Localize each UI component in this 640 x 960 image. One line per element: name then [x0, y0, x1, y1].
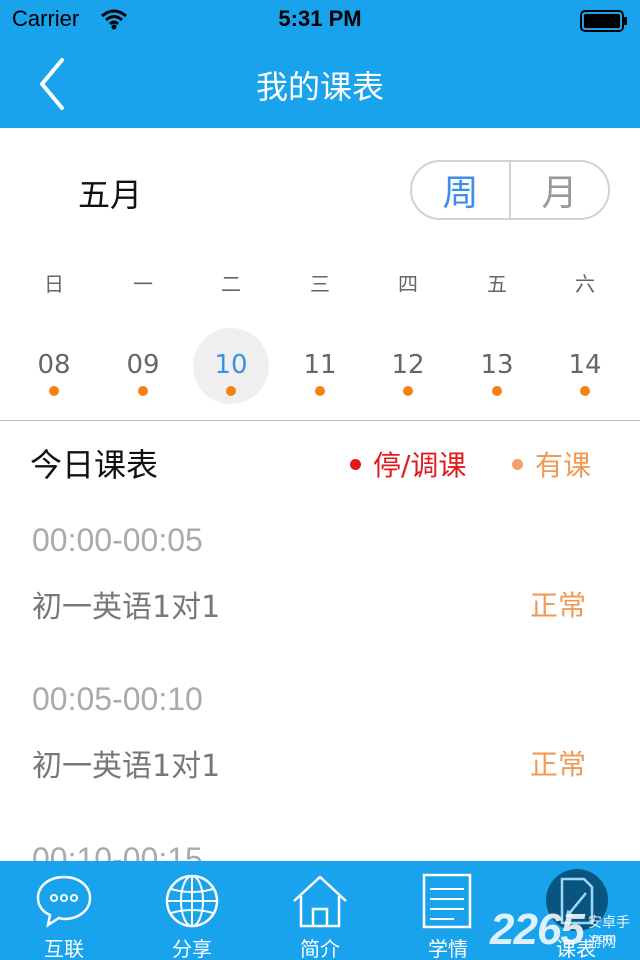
lesson-dot	[226, 386, 236, 396]
lesson-time: 00:00-00:05	[32, 522, 203, 558]
chat-bubble-icon	[36, 875, 92, 928]
date-number: 13	[480, 350, 514, 380]
lesson-dot	[49, 386, 59, 396]
red-dot-icon	[350, 458, 361, 470]
date-cell-selected[interactable]: 10	[193, 328, 269, 404]
weekday-label: 四	[398, 272, 418, 296]
toggle-week-button[interactable]: 周	[412, 162, 511, 218]
lesson-time: 00:05-00:10	[32, 681, 203, 717]
lesson-name: 初一英语1对1	[32, 590, 221, 625]
date-number: 14	[568, 350, 602, 380]
date-cell[interactable]: 08	[16, 328, 92, 404]
lesson-dot	[580, 386, 590, 396]
legend-has-label: 有课	[535, 449, 592, 482]
tab-interconnect[interactable]: 互联	[0, 861, 128, 960]
lesson-item[interactable]: 00:05-00:10 初一英语1对1 正常	[0, 681, 640, 831]
legend-stop-adjust: 停/调课	[350, 444, 466, 484]
today-schedule-title: 今日课表	[30, 446, 159, 484]
lesson-status: 正常	[530, 748, 587, 781]
tab-label: 分享	[172, 937, 212, 960]
date-cell[interactable]: 13	[459, 328, 535, 404]
date-cell[interactable]: 11	[282, 328, 358, 404]
tab-label: 简介	[300, 937, 340, 960]
weekday-row: 日 一 二 三 四 五 六	[0, 268, 640, 298]
lesson-status: 正常	[530, 589, 587, 622]
weekday-label: 二	[221, 272, 241, 296]
date-number: 09	[126, 350, 160, 380]
lesson-dot	[492, 386, 502, 396]
legend-stop-label: 停/调课	[373, 449, 467, 482]
status-time: 5:31 PM	[278, 6, 362, 31]
divider	[0, 420, 640, 421]
month-label: 五月	[78, 176, 143, 214]
view-toggle: 周 月	[410, 160, 610, 220]
date-cell[interactable]: 09	[105, 328, 181, 404]
date-number: 08	[37, 350, 71, 380]
home-icon	[293, 875, 347, 928]
status-bar: Carrier 5:31 PM	[0, 0, 640, 40]
lesson-item[interactable]: 00:00-00:05 初一英语1对1 正常	[0, 522, 640, 672]
weekday-label: 一	[133, 272, 153, 296]
watermark-url: .com	[588, 930, 617, 945]
lesson-dot	[138, 386, 148, 396]
weekday-label: 五	[487, 272, 507, 296]
orange-dot-icon	[512, 458, 523, 470]
lesson-dot	[315, 386, 325, 396]
date-number: 11	[303, 350, 337, 380]
weekday-label: 六	[575, 272, 595, 296]
tab-intro[interactable]: 简介	[256, 861, 384, 960]
globe-icon	[165, 874, 219, 928]
weekday-label: 三	[310, 272, 330, 296]
date-number: 10	[214, 350, 248, 380]
nav-bar: 我的课表	[0, 40, 640, 128]
date-number: 12	[391, 350, 425, 380]
legend-has-class: 有课	[512, 444, 591, 484]
tab-label: 互联	[44, 937, 84, 960]
weekday-label: 日	[44, 272, 64, 296]
date-row: 08 09 10 11 12 13 14	[0, 328, 640, 408]
lesson-dot	[403, 386, 413, 396]
battery-icon	[580, 10, 627, 32]
page-title: 我的课表	[255, 68, 384, 106]
toggle-month-button[interactable]: 月	[511, 162, 608, 218]
lesson-name: 初一英语1对1	[32, 749, 221, 784]
date-cell[interactable]: 14	[547, 328, 623, 404]
watermark-logo: 2265	[490, 905, 585, 954]
document-list-icon	[422, 873, 472, 929]
date-cell[interactable]: 12	[370, 328, 446, 404]
tab-share[interactable]: 分享	[128, 861, 256, 960]
